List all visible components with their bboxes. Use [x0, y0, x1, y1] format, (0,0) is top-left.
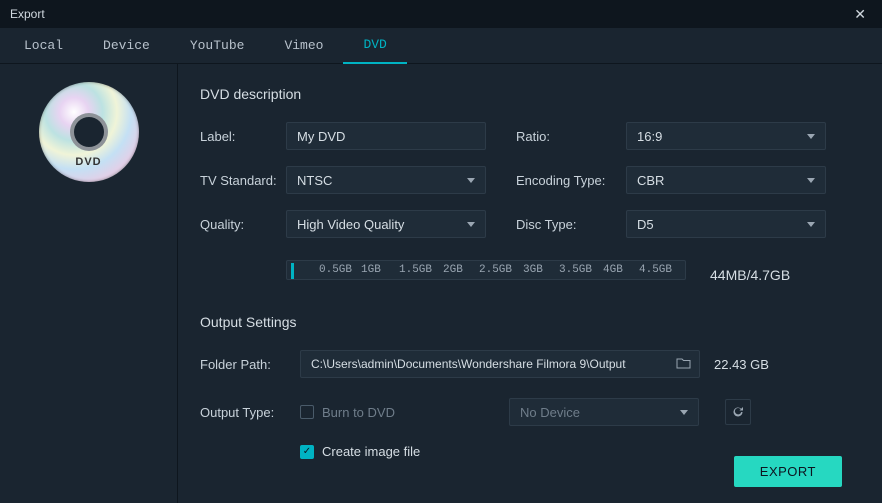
encoding-label: Encoding Type: [516, 173, 626, 188]
chevron-down-icon [807, 134, 815, 139]
tab-local[interactable]: Local [4, 28, 83, 64]
ratio-value: 16:9 [637, 129, 662, 144]
device-value: No Device [520, 405, 580, 420]
disctype-select[interactable]: D5 [626, 210, 826, 238]
chevron-down-icon [467, 222, 475, 227]
section-dvd-description: DVD description [200, 86, 846, 102]
device-select[interactable]: No Device [509, 398, 699, 426]
ratio-select[interactable]: 16:9 [626, 122, 826, 150]
free-space: 22.43 GB [714, 357, 769, 372]
folder-path-value: C:\Users\admin\Documents\Wondershare Fil… [311, 357, 626, 371]
folder-icon[interactable] [676, 357, 691, 372]
chevron-down-icon [807, 178, 815, 183]
burn-to-dvd-label: Burn to DVD [322, 405, 395, 420]
refresh-icon [731, 405, 745, 419]
quality-label: Quality: [200, 217, 286, 232]
burn-to-dvd-checkbox[interactable]: Burn to DVD [300, 405, 395, 420]
tvstandard-select[interactable]: NTSC [286, 166, 486, 194]
chevron-down-icon [807, 222, 815, 227]
tab-youtube[interactable]: YouTube [170, 28, 265, 64]
disctype-label: Disc Type: [516, 217, 626, 232]
size-indicator-bar: 0.5GB 1GB 1.5GB 2GB 2.5GB 3GB 3.5GB 4GB … [286, 260, 686, 290]
export-button[interactable]: EXPORT [734, 456, 842, 487]
tab-dvd[interactable]: DVD [343, 28, 406, 64]
ratio-label: Ratio: [516, 129, 626, 144]
encoding-value: CBR [637, 173, 664, 188]
quality-select[interactable]: High Video Quality [286, 210, 486, 238]
titlebar: Export ✕ [0, 0, 882, 28]
sidebar: DVD [0, 64, 178, 503]
chevron-down-icon [467, 178, 475, 183]
checkbox-checked-icon: ✓ [300, 445, 314, 459]
tab-device[interactable]: Device [83, 28, 170, 64]
encoding-select[interactable]: CBR [626, 166, 826, 194]
label-input[interactable] [286, 122, 486, 150]
tvstandard-value: NTSC [297, 173, 332, 188]
refresh-button[interactable] [725, 399, 751, 425]
tab-vimeo[interactable]: Vimeo [264, 28, 343, 64]
checkbox-icon [300, 405, 314, 419]
chevron-down-icon [680, 410, 688, 415]
dvd-disc-icon: DVD [39, 82, 139, 182]
disc-label: DVD [75, 156, 101, 168]
window-title: Export [10, 7, 45, 21]
close-icon[interactable]: ✕ [848, 4, 872, 25]
folder-path-label: Folder Path: [200, 357, 286, 372]
tabs: Local Device YouTube Vimeo DVD [0, 28, 882, 64]
size-ticks: 0.5GB 1GB 1.5GB 2GB 2.5GB 3GB 3.5GB 4GB … [287, 261, 685, 279]
disctype-value: D5 [637, 217, 654, 232]
label-label: Label: [200, 129, 286, 144]
create-image-file-label: Create image file [322, 444, 420, 459]
quality-value: High Video Quality [297, 217, 404, 232]
tvstandard-label: TV Standard: [200, 173, 286, 188]
content: DVD description Label: Ratio: 16:9 TV St… [178, 64, 882, 503]
size-readout: 44MB/4.7GB [710, 267, 790, 283]
section-output-settings: Output Settings [200, 314, 846, 330]
folder-path-input[interactable]: C:\Users\admin\Documents\Wondershare Fil… [300, 350, 700, 378]
output-type-label: Output Type: [200, 405, 286, 420]
